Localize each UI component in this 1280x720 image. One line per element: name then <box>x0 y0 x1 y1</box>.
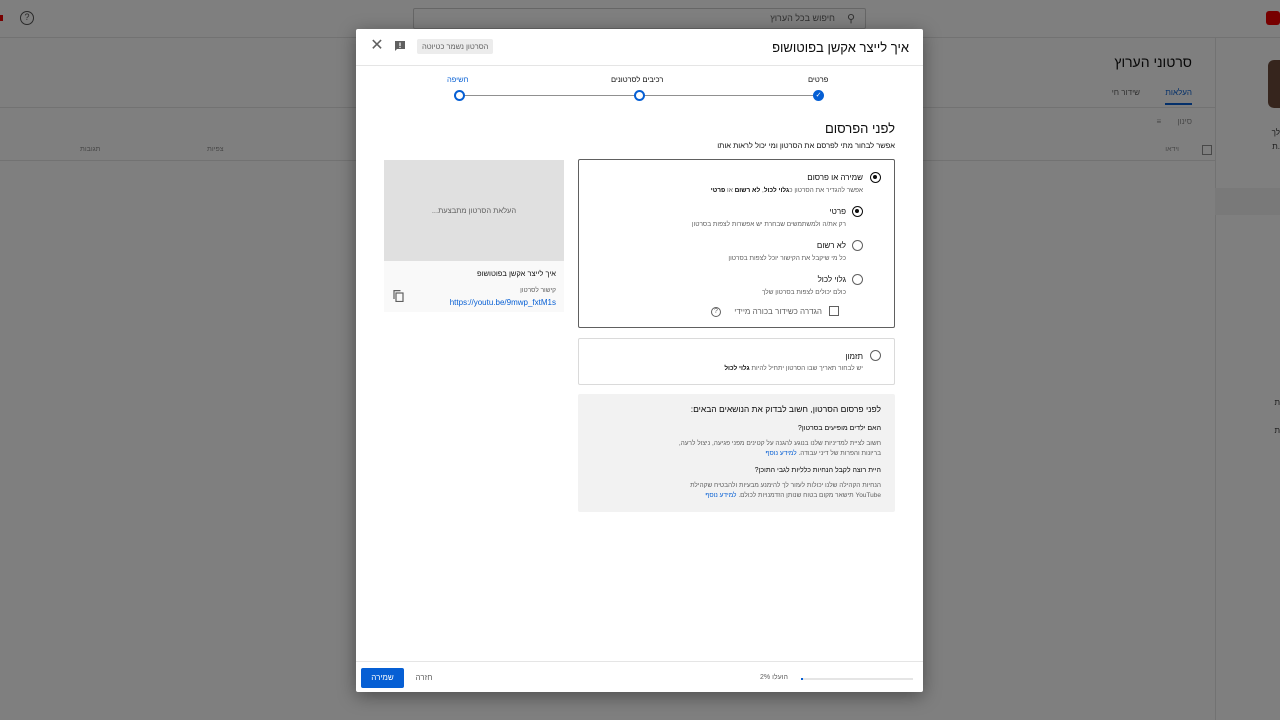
step-visibility-dot[interactable] <box>454 90 465 101</box>
checklist-text-children-line2: בריונות והפרות של דיני עבודה. למידע נוסף <box>765 450 881 457</box>
learn-more-link[interactable]: למידע נוסף <box>766 450 797 457</box>
video-link-label: קישור לסרטון <box>520 287 556 294</box>
upload-progress-bar <box>801 678 913 680</box>
visibility-private-desc: רק את/ה ולמשתמשים שבחרת יש אפשרות לצפות … <box>691 221 846 228</box>
video-link[interactable]: https://youtu.be/9mwp_fxtM1s <box>450 298 556 307</box>
upload-progress-fill <box>801 678 804 680</box>
step-details-label: פרטים <box>808 75 829 84</box>
schedule-desc: יש לבחור תאריך שבו הסרטון יתחיל להיות גל… <box>724 365 863 372</box>
dialog-title: איך לייצר אקשן בפוטושופ <box>772 40 909 55</box>
step-elements-label: רכיבים לסרטונים <box>611 75 664 84</box>
help-icon[interactable]: ? <box>711 307 721 317</box>
checklist-text-children: חשוב לציית למדיניות שלנו בנוגע להגנה על … <box>678 440 881 447</box>
upload-progress-text: הועלו 2% <box>760 674 788 681</box>
step-elements-dot[interactable] <box>634 90 645 101</box>
visibility-unlisted-desc: כל מי שיקבל את הקישור יוכל לצפות בסרטון <box>728 255 846 262</box>
copy-icon[interactable] <box>393 290 404 302</box>
checklist-question-children: האם ילדים מופיעים בסרטון? <box>797 425 881 432</box>
close-icon[interactable]: ✕ <box>370 38 384 54</box>
back-button[interactable]: חזרה <box>412 668 436 688</box>
instant-premiere-label: הגדרה כשידור בכורה מיידי <box>734 307 822 316</box>
visibility-unlisted-title: לא רשום <box>816 241 846 250</box>
visibility-public-desc: כולם יכולים לצפות בסרטון שלך <box>761 289 846 296</box>
feedback-icon[interactable] <box>394 40 406 52</box>
video-preview-card: העלאת הסרטון מתבצעת... איך לייצר אקשן בפ… <box>384 160 564 312</box>
instant-premiere-checkbox[interactable] <box>829 306 839 316</box>
schedule-card: תזמון יש לבחור תאריך שבו הסרטון יתחיל לה… <box>578 338 895 385</box>
visibility-private-title: פרטי <box>829 207 846 216</box>
checklist-title: לפני פרסום הסרטון, חשוב לבדוק את הנושאים… <box>690 404 881 414</box>
video-thumbnail: העלאת הסרטון מתבצעת... <box>384 160 564 261</box>
preview-video-title: איך לייצר אקשן בפוטושופ <box>477 269 556 278</box>
visibility-public-radio[interactable] <box>852 274 863 285</box>
step-visibility-label: חשיפה <box>447 75 469 84</box>
visibility-public-title: גלוי לכול <box>817 275 846 284</box>
save-or-publish-desc: אפשר להגדיר את הסרטון כגלוי לכול, לא רשו… <box>710 187 863 194</box>
save-button[interactable]: שמירה <box>361 668 404 688</box>
checklist-text-guidelines-line2: YouTube תישאר מקום בטוח שנותן הזדמנויות … <box>705 492 881 499</box>
section-title: לפני הפרסום <box>824 121 895 136</box>
save-or-publish-title: שמירה או פרסום <box>807 173 863 182</box>
visibility-unlisted-radio[interactable] <box>852 240 863 251</box>
dialog-footer: שמירה חזרה הועלו 2% <box>356 661 923 692</box>
save-or-publish-card: שמירה או פרסום אפשר להגדיר את הסרטון כגל… <box>578 159 895 328</box>
draft-saved-badge: הסרטון נשמר כטיוטה <box>417 39 494 54</box>
upload-visibility-dialog: איך לייצר אקשן בפוטושופ ✕ הסרטון נשמר כט… <box>356 29 923 692</box>
schedule-radio[interactable] <box>870 350 881 361</box>
pre-publish-checklist: לפני פרסום הסרטון, חשוב לבדוק את הנושאים… <box>578 394 895 512</box>
learn-more-link[interactable]: למידע נוסף <box>705 492 736 499</box>
upload-status-text: העלאת הסרטון מתבצעת... <box>431 206 517 215</box>
step-details-check-icon[interactable]: ✓ <box>813 90 824 101</box>
checklist-text-guidelines: הנחיות הקהילה שלנו יכולות לעזור לך להימנ… <box>690 482 881 489</box>
dialog-header: איך לייצר אקשן בפוטושופ ✕ הסרטון נשמר כט… <box>356 29 923 66</box>
checklist-question-guidelines: היית רוצה לקבל הנחיות כלליות לגבי התוכן? <box>754 467 881 474</box>
section-subtitle: אפשר לבחור מתי לפרסם את הסרטון ומי יכול … <box>717 141 895 150</box>
schedule-title: תזמון <box>845 352 863 361</box>
visibility-private-radio[interactable] <box>852 206 863 217</box>
save-or-publish-radio[interactable] <box>870 172 881 183</box>
